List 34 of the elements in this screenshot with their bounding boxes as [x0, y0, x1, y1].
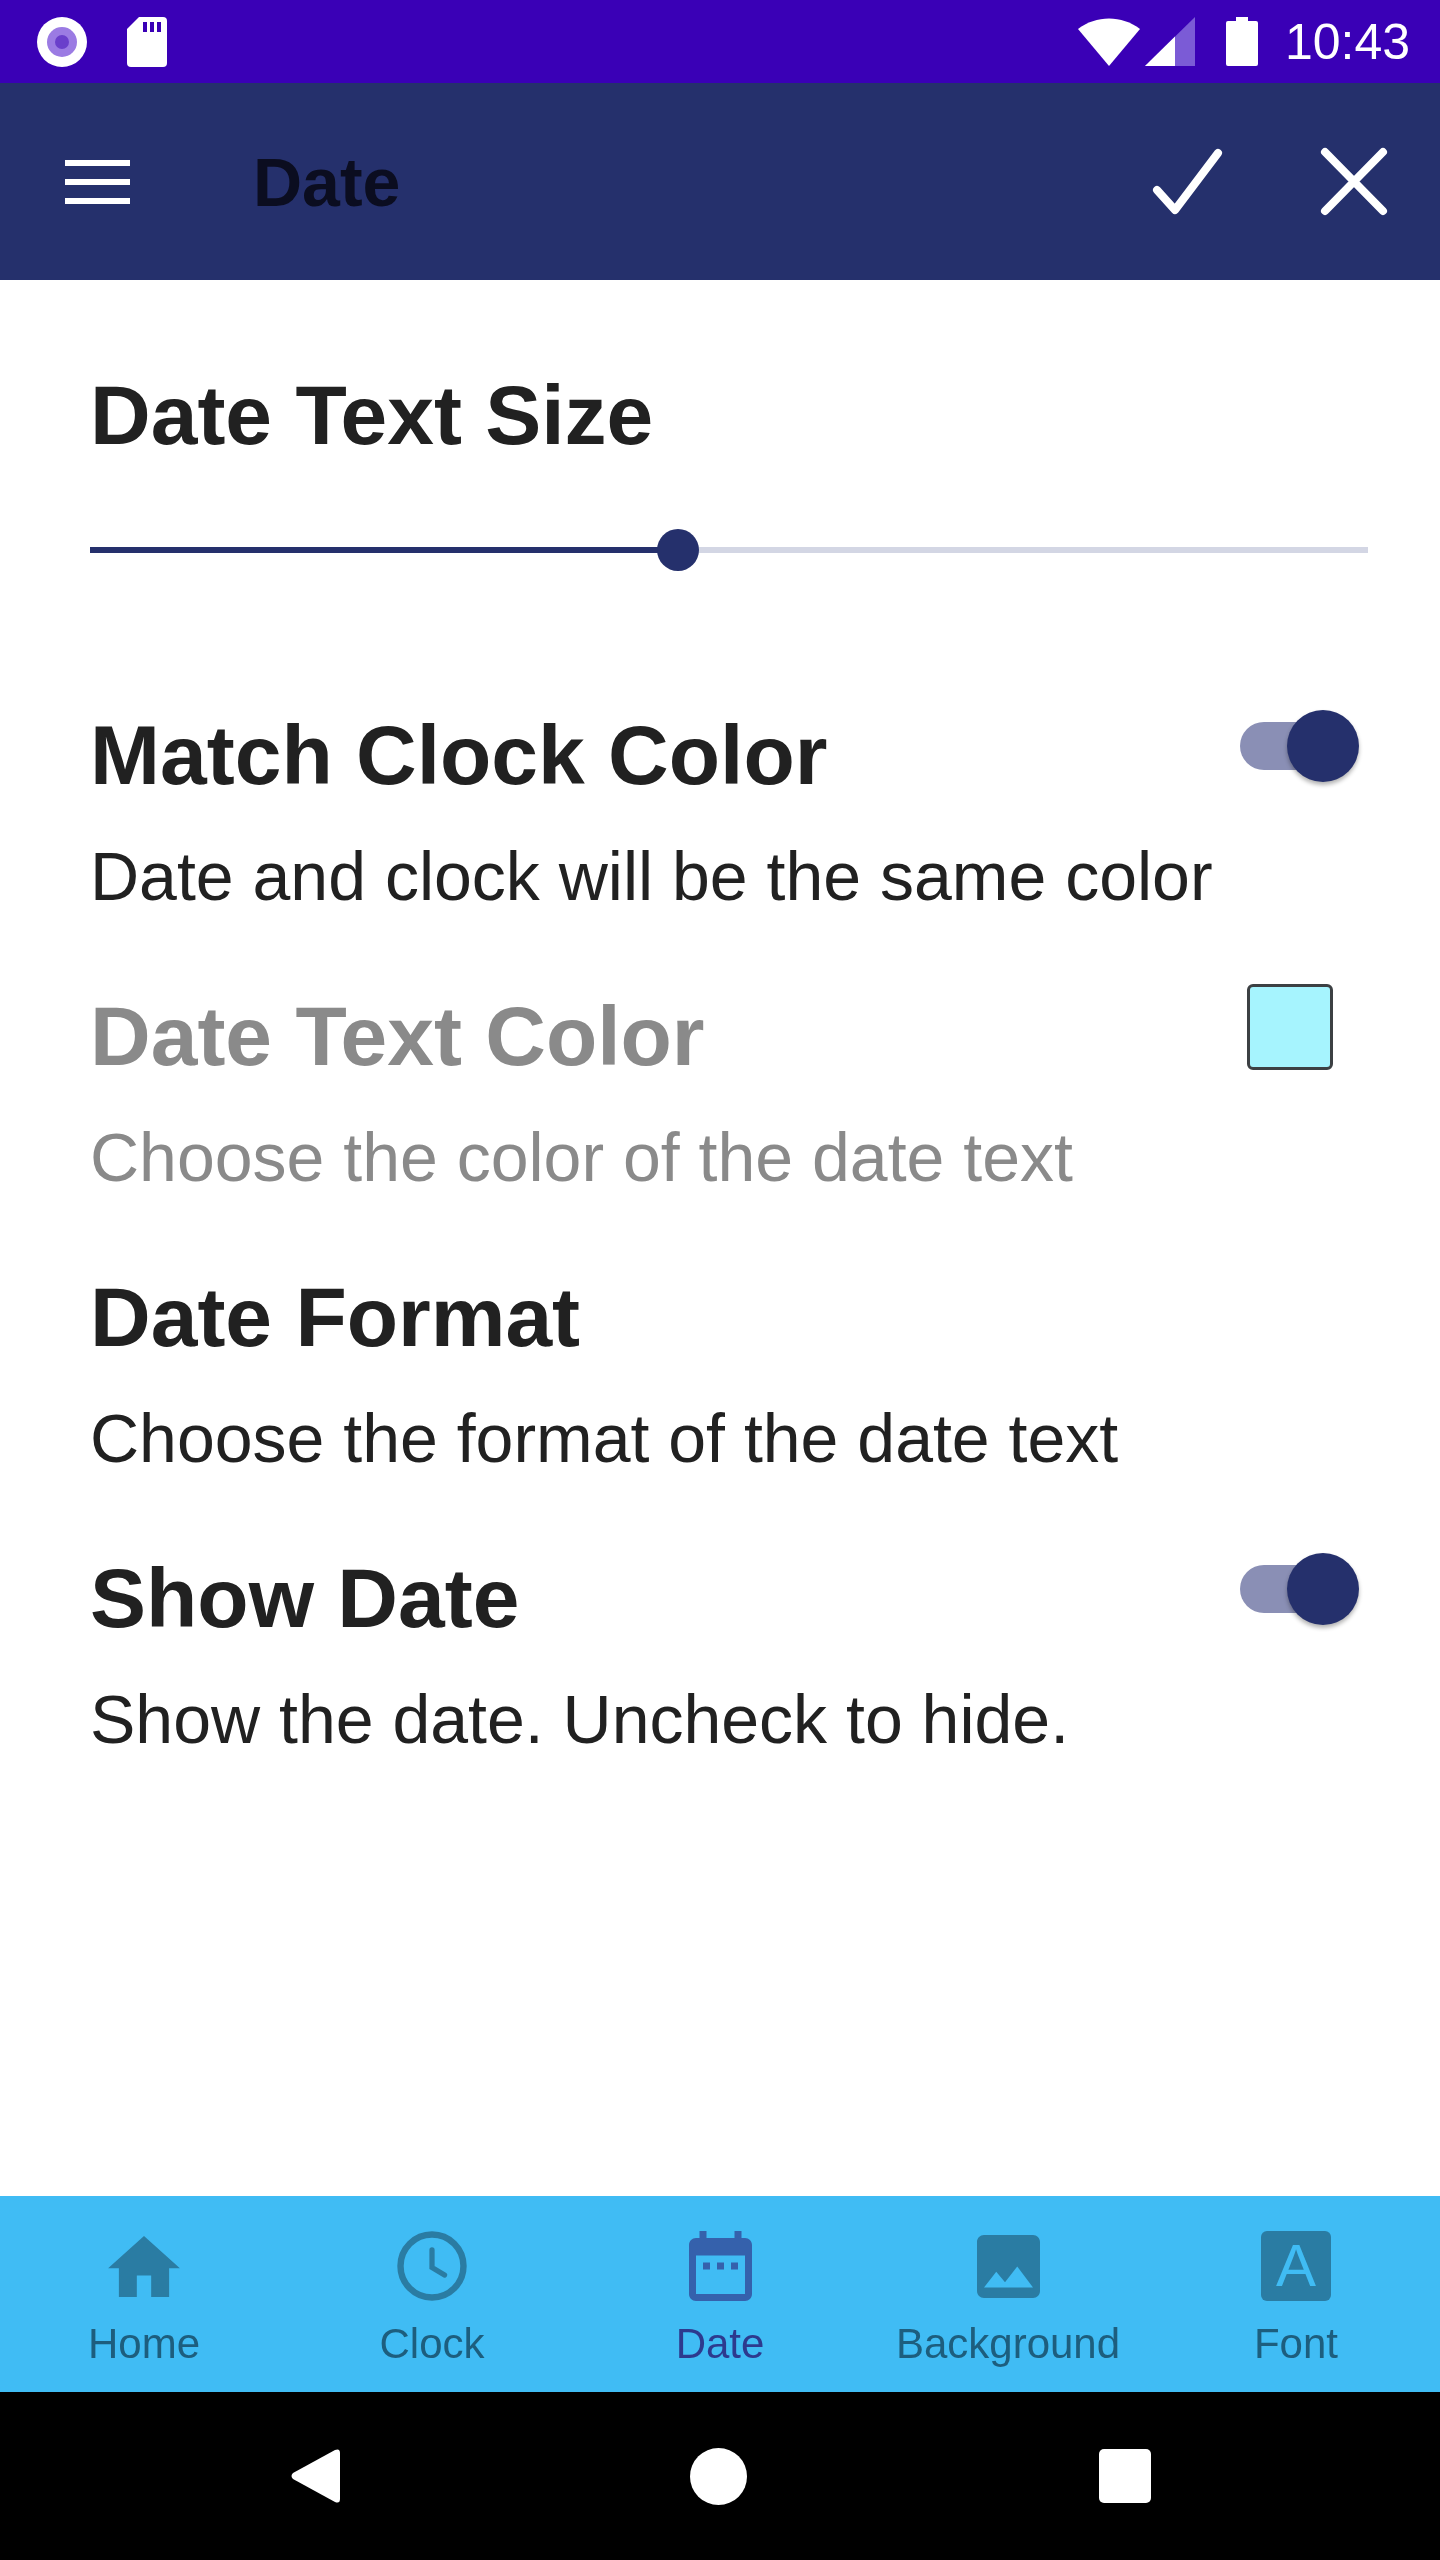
- nav-tab[interactable]: A Font: [1152, 2196, 1440, 2392]
- nav-tab[interactable]: Date: [576, 2196, 864, 2392]
- signal-icon: [1144, 17, 1195, 66]
- setting-summary: Show the date. Uncheck to hide.: [90, 1680, 1071, 1759]
- nav-tab[interactable]: Clock: [288, 2196, 576, 2392]
- setting-title[interactable]: Match Clock Color: [90, 705, 1240, 805]
- home-icon: [108, 2235, 180, 2297]
- setting-title[interactable]: Show Date: [90, 1548, 1240, 1648]
- toggle-switch[interactable]: [1240, 1553, 1359, 1625]
- slider-thumb[interactable]: [656, 529, 699, 571]
- screen-title: Date: [253, 147, 401, 216]
- battery-icon: [1225, 17, 1258, 66]
- check-icon[interactable]: [1152, 147, 1223, 216]
- setting-title[interactable]: Date Text Size: [90, 365, 1359, 465]
- setting-summary: Choose the color of the date text: [90, 1118, 1074, 1197]
- wifi-icon: [1077, 17, 1140, 66]
- setting-summary: Choose the format of the date text: [90, 1399, 1120, 1478]
- sd-card-icon: [127, 16, 167, 67]
- nav-home-icon[interactable]: [690, 2447, 747, 2505]
- setting-title[interactable]: Date Format: [90, 1267, 1359, 1367]
- nav-tab[interactable]: Home: [0, 2196, 288, 2392]
- clock-icon: [397, 2231, 467, 2301]
- setting-summary: Date and clock will be the same color: [90, 837, 1214, 916]
- image-icon: [976, 2234, 1040, 2298]
- calendar-icon: [688, 2231, 752, 2301]
- circle-dot-icon: [37, 16, 87, 67]
- back-icon[interactable]: [290, 2448, 340, 2504]
- menu-icon[interactable]: [65, 159, 130, 204]
- toggle-switch[interactable]: [1240, 710, 1359, 782]
- status-time: 10:43: [1284, 16, 1410, 67]
- font-icon: A: [1261, 2231, 1331, 2301]
- slider-track[interactable]: [90, 529, 1368, 571]
- close-icon[interactable]: [1320, 147, 1388, 216]
- nav-tab[interactable]: Background: [864, 2196, 1152, 2392]
